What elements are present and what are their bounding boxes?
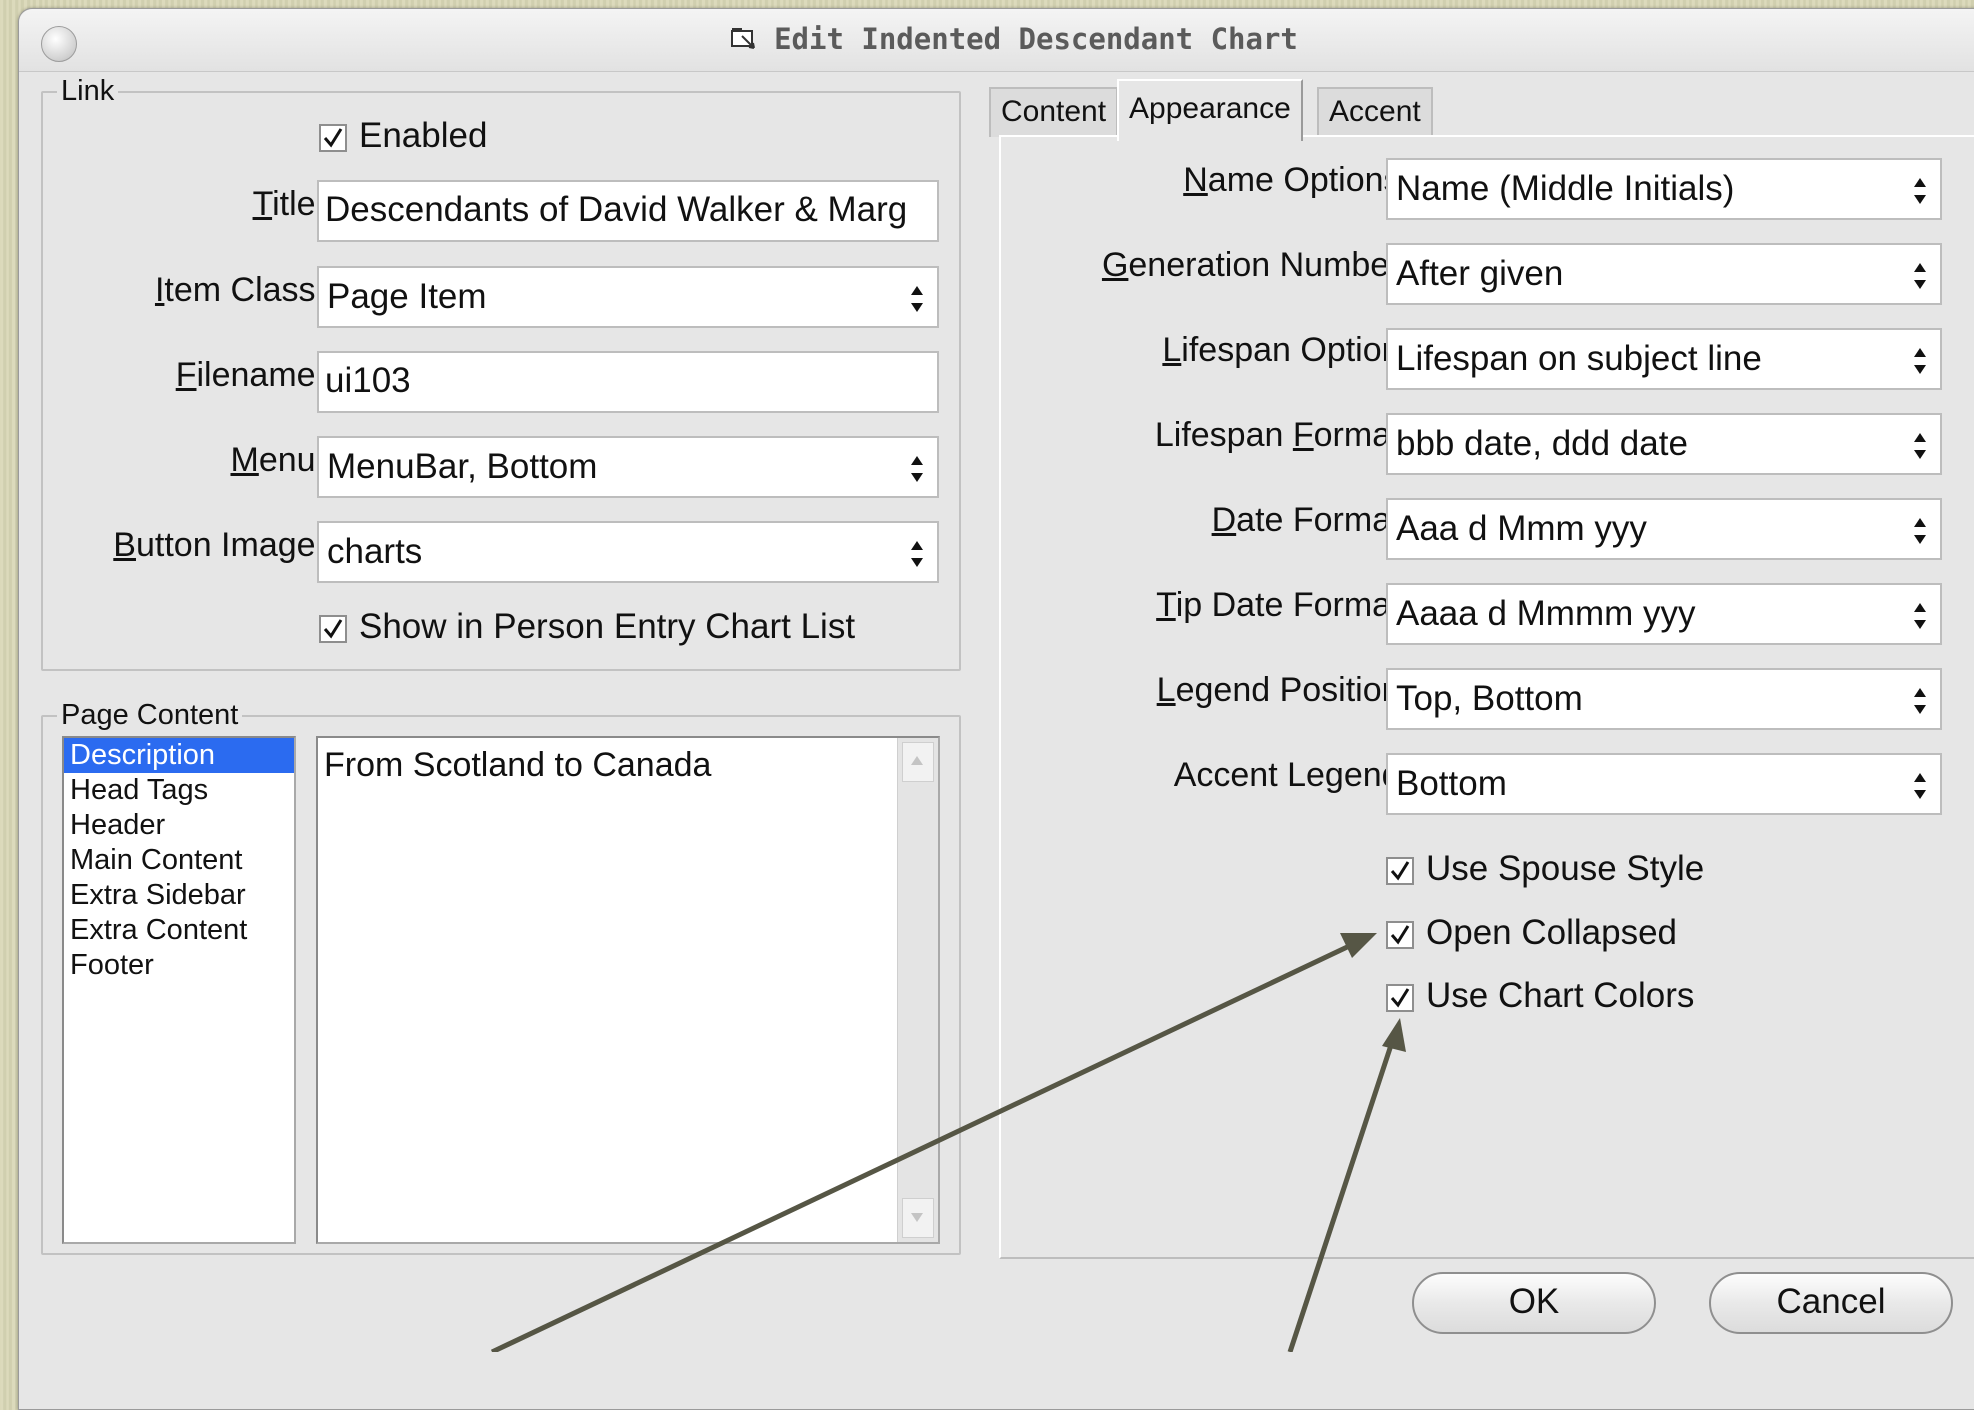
title-input[interactable]: Descendants of David Walker & Marg: [317, 180, 939, 242]
tip-date-format-select[interactable]: Aaaa d Mmmm yyy: [1386, 583, 1942, 645]
updown-arrows-icon: [911, 286, 923, 312]
link-group-legend: Link: [61, 75, 115, 107]
tab-content[interactable]: Content: [989, 87, 1119, 137]
list-item[interactable]: Header: [64, 808, 294, 843]
legend-position-label: Legend Position:: [1156, 671, 1410, 709]
section-list[interactable]: Description Head Tags Header Main Conten…: [62, 736, 296, 1244]
lifespan-format-select[interactable]: bbb date, ddd date: [1386, 413, 1942, 475]
updown-arrows-icon: [1914, 518, 1926, 544]
updown-arrows-icon: [1914, 433, 1926, 459]
generation-number-value: After given: [1396, 254, 1564, 293]
legend-position-select[interactable]: Top, Bottom: [1386, 668, 1942, 730]
updown-arrows-icon: [1914, 263, 1926, 289]
lifespan-format-label: Lifespan Format:: [1154, 416, 1410, 454]
list-item[interactable]: Head Tags: [64, 773, 294, 808]
item-class-select[interactable]: Page Item: [317, 266, 939, 328]
list-item[interactable]: Description: [64, 738, 294, 773]
title-label: Title:: [252, 185, 325, 223]
ok-button[interactable]: OK: [1412, 1272, 1656, 1334]
date-format-value: Aaa d Mmm yyy: [1396, 509, 1647, 548]
show-in-list-label: Show in Person Entry Chart List: [359, 607, 856, 646]
button-image-select[interactable]: charts: [317, 521, 939, 583]
tip-date-format-value: Aaaa d Mmmm yyy: [1396, 594, 1696, 633]
show-in-list-checkbox[interactable]: [319, 615, 347, 643]
use-chart-colors-checkbox[interactable]: [1386, 984, 1414, 1012]
date-format-label: Date Format:: [1211, 501, 1410, 539]
updown-arrows-icon: [1914, 603, 1926, 629]
open-collapsed-label: Open Collapsed: [1426, 913, 1677, 952]
generation-number-select[interactable]: After given: [1386, 243, 1942, 305]
use-chart-colors-label: Use Chart Colors: [1426, 976, 1695, 1015]
accent-legend-value: Bottom: [1396, 764, 1507, 803]
date-format-select[interactable]: Aaa d Mmm yyy: [1386, 498, 1942, 560]
content-textarea[interactable]: From Scotland to Canada: [316, 736, 940, 1244]
updown-arrows-icon: [911, 541, 923, 567]
use-spouse-style-label: Use Spouse Style: [1426, 849, 1705, 888]
updown-arrows-icon: [1914, 773, 1926, 799]
open-collapsed-row[interactable]: Open Collapsed: [1386, 913, 1786, 957]
show-in-list-checkbox-row[interactable]: Show in Person Entry Chart List: [319, 607, 919, 651]
lifespan-option-label: Lifespan Option:: [1162, 331, 1410, 369]
enabled-checkbox-row[interactable]: Enabled: [319, 116, 619, 160]
content-text: From Scotland to Canada: [324, 746, 712, 784]
page-content-legend: Page Content: [61, 699, 239, 731]
name-options-label: Name Options:: [1183, 161, 1410, 199]
filename-label: Filename:: [175, 356, 325, 394]
list-item[interactable]: Extra Sidebar: [64, 878, 294, 913]
item-class-value: Page Item: [327, 277, 487, 316]
cancel-button[interactable]: Cancel: [1709, 1272, 1953, 1334]
generation-number-label: Generation Number:: [1101, 246, 1410, 284]
button-image-label: Button Image:: [113, 526, 325, 564]
lifespan-option-select[interactable]: Lifespan on subject line: [1386, 328, 1942, 390]
scroll-down-button[interactable]: [902, 1198, 934, 1238]
enabled-checkbox[interactable]: [319, 124, 347, 152]
button-image-value: charts: [327, 532, 423, 571]
window-title: Edit Indented Descendant Chart: [774, 22, 1298, 56]
lifespan-option-value: Lifespan on subject line: [1396, 339, 1762, 378]
open-collapsed-checkbox[interactable]: [1386, 921, 1414, 949]
updown-arrows-icon: [1914, 688, 1926, 714]
tab-accent[interactable]: Accent: [1317, 87, 1433, 137]
updown-arrows-icon: [1914, 178, 1926, 204]
chart-icon: [730, 26, 760, 52]
menu-value: MenuBar, Bottom: [327, 447, 598, 486]
menu-label: Menu:: [230, 441, 325, 479]
use-chart-colors-row[interactable]: Use Chart Colors: [1386, 976, 1786, 1020]
name-options-value: Name (Middle Initials): [1396, 169, 1735, 208]
list-item[interactable]: Main Content: [64, 843, 294, 878]
use-spouse-style-checkbox[interactable]: [1386, 857, 1414, 885]
enabled-label: Enabled: [359, 116, 488, 155]
item-class-label: Item Class:: [154, 271, 325, 309]
updown-arrows-icon: [911, 456, 923, 482]
arrow-up-icon: [911, 756, 923, 765]
title-container: Edit Indented Descendant Chart: [19, 22, 1974, 56]
filename-input[interactable]: ui103: [317, 351, 939, 413]
accent-legend-label: Accent Legend:: [1173, 756, 1410, 794]
name-options-select[interactable]: Name (Middle Initials): [1386, 158, 1942, 220]
list-item[interactable]: Extra Content: [64, 913, 294, 948]
tab-appearance[interactable]: Appearance: [1117, 79, 1303, 141]
tip-date-format-label: Tip Date Format:: [1156, 586, 1410, 624]
title-bar[interactable]: Edit Indented Descendant Chart: [19, 9, 1974, 72]
arrow-down-icon: [911, 1213, 923, 1222]
dialog-window: Edit Indented Descendant Chart Link Enab…: [18, 8, 1974, 1410]
menu-select[interactable]: MenuBar, Bottom: [317, 436, 939, 498]
lifespan-format-value: bbb date, ddd date: [1396, 424, 1688, 463]
vertical-scrollbar[interactable]: [897, 738, 938, 1242]
list-item[interactable]: Footer: [64, 948, 294, 983]
legend-position-value: Top, Bottom: [1396, 679, 1583, 718]
use-spouse-style-row[interactable]: Use Spouse Style: [1386, 849, 1786, 893]
accent-legend-select[interactable]: Bottom: [1386, 753, 1942, 815]
updown-arrows-icon: [1914, 348, 1926, 374]
scroll-up-button[interactable]: [902, 742, 934, 782]
